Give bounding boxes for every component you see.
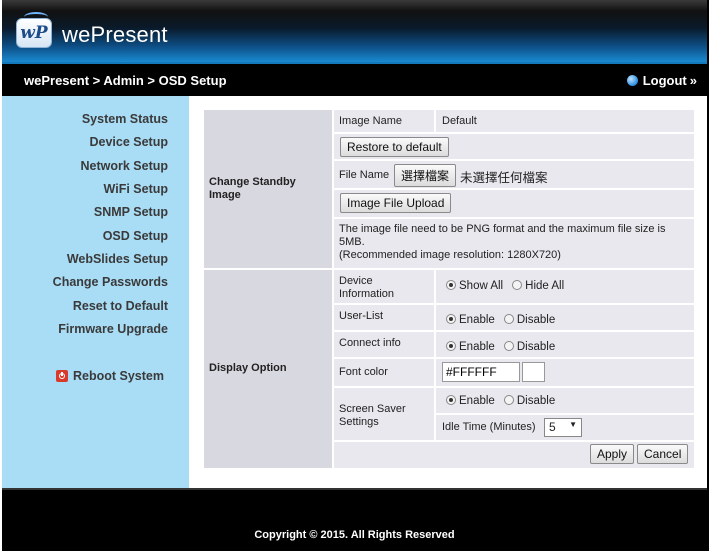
image-name-value: Default [442,115,477,127]
connect-info-label-cell: Connect info [334,332,434,357]
section-display-title: Display Option [209,362,287,374]
double-chevron-icon: » [689,73,697,88]
device-info-label-line-2: Information [339,288,395,300]
connect-info-enable-label: Enable [459,341,495,353]
connect-info-enable-radio[interactable] [446,341,456,351]
nav-bar: wePresent > Admin > OSD Setup Logout » [2,66,707,94]
user-list-disable-radio[interactable] [503,314,514,324]
sidebar-item-firmware-upgrade[interactable]: Firmware Upgrade [58,322,168,336]
font-color-label-cell: Font color [334,359,434,386]
sidebar-item-snmp-setup[interactable]: SNMP Setup [94,205,168,219]
upload-note-line-2: 5MB. [339,236,365,248]
sidebar: System Status Device Setup Network Setup… [2,96,189,488]
copyright-text: Copyright © 2015. All Rights Reserved [254,529,455,541]
connect-info-disable-radio[interactable] [503,341,514,351]
font-color-input-cell [436,359,694,386]
upload-note-line-3: (Recommended image resolution: 1280X720) [339,249,561,261]
user-list-enable-label: Enable [459,314,495,326]
device-info-radio-group: Show All Hide All [446,280,570,292]
idle-time-value: 5 [549,420,556,434]
font-color-swatch[interactable] [522,362,545,382]
sidebar-item-reset-to-default[interactable]: Reset to Default [73,299,168,313]
choose-file-button[interactable]: 選擇檔案 [394,164,457,187]
device-info-label: Device Information [339,275,394,301]
user-list-enable-radio[interactable] [446,314,456,324]
device-info-label-cell: Device Information [334,270,434,303]
screen-saver-enable-radio[interactable] [446,395,456,405]
user-list-options-cell: Enable Disable [436,305,694,330]
upload-cell: Image File Upload [334,190,694,217]
file-name-cell: File Name 選擇檔案 未選擇任何檔案 [334,161,694,188]
screen-saver-label-cell: Screen Saver Settings [334,388,434,440]
sidebar-item-webslides-setup[interactable]: WebSlides Setup [67,252,168,266]
screen-saver-disable-label: Disable [516,395,556,407]
idle-time-cell: Idle Time (Minutes) 5 ▼ [436,415,694,440]
connect-info-disable-label: Disable [516,341,556,353]
header: wP wePresent [2,0,707,64]
section-standby: Change Standby Image [204,110,332,268]
sidebar-item-osd-setup[interactable]: OSD Setup [103,229,168,243]
connect-info-radio-group: Enable Disable [446,341,561,353]
footer: Copyright © 2015. All Rights Reserved [2,488,707,551]
user-list-disable-label: Disable [516,314,556,326]
screen-saver-options-cell: Enable Disable [436,388,694,413]
device-info-label-line-1: Device [339,275,373,287]
device-info-hide-all-label: Hide All [525,280,565,292]
device-info-options-cell: Show All Hide All [436,270,694,303]
screen-saver-disable-radio[interactable] [503,395,514,405]
restore-cell: Restore to default [334,134,694,159]
font-color-input[interactable] [442,362,520,382]
device-info-hide-all-radio[interactable] [512,280,523,290]
idle-time-label: Idle Time (Minutes) [442,421,536,433]
note-cell: The image file need to be PNG format and… [334,219,694,268]
restore-default-button[interactable]: Restore to default [340,137,449,157]
upload-note-line-1: The image file need to be PNG format and… [339,223,666,235]
user-list-label: User-List [339,310,384,322]
image-name-value-cell: Default [436,110,694,132]
section-display: Display Option [204,270,332,468]
screen-saver-label: Screen Saver Settings [339,403,406,429]
globe-dot-icon [626,75,638,86]
brand-logo-icon: wP [16,18,52,48]
chevron-down-icon: ▼ [569,420,577,429]
connect-info-label: Connect info [339,337,401,349]
image-name-label: Image Name [339,115,402,127]
user-list-radio-group: Enable Disable [446,314,561,326]
sidebar-item-system-status[interactable]: System Status [82,112,168,126]
font-color-label: Font color [339,366,388,378]
cancel-button[interactable]: Cancel [637,444,689,464]
logout-link[interactable]: Logout » [626,73,697,88]
screen-saver-label-line-2: Settings [339,416,379,428]
device-info-show-all-label: Show All [459,280,504,292]
connect-info-options-cell: Enable Disable [436,332,694,357]
section-standby-title: Change Standby Image [209,176,296,201]
sidebar-item-device-setup[interactable]: Device Setup [89,135,168,149]
reboot-label: Reboot System [73,369,164,383]
screen-saver-radio-group: Enable Disable [446,395,561,407]
reboot-system-link[interactable]: Reboot System [56,369,164,383]
logout-label: Logout [642,73,687,88]
idle-time-select[interactable]: 5 ▼ [544,418,582,437]
file-name-label: File Name [339,169,390,181]
brand-name: wePresent [62,22,168,47]
device-info-show-all-radio[interactable] [446,280,456,290]
upload-note: The image file need to be PNG format and… [339,223,665,262]
sidebar-item-wifi-setup[interactable]: WiFi Setup [104,182,168,196]
apply-button[interactable]: Apply [590,444,635,464]
breadcrumb: wePresent > Admin > OSD Setup [24,73,227,88]
image-name-label-cell: Image Name [334,110,434,132]
image-file-upload-button[interactable]: Image File Upload [340,193,452,213]
content-area: System Status Device Setup Network Setup… [2,96,707,488]
power-icon [56,370,68,382]
screen-saver-enable-label: Enable [459,395,495,407]
sidebar-item-network-setup[interactable]: Network Setup [80,159,168,173]
no-file-text: 未選擇任何檔案 [460,171,548,185]
actions-cell: Apply Cancel [334,442,694,468]
sidebar-item-change-passwords[interactable]: Change Passwords [53,275,168,289]
screen-saver-label-line-1: Screen Saver [339,403,406,415]
user-list-label-cell: User-List [334,305,434,330]
